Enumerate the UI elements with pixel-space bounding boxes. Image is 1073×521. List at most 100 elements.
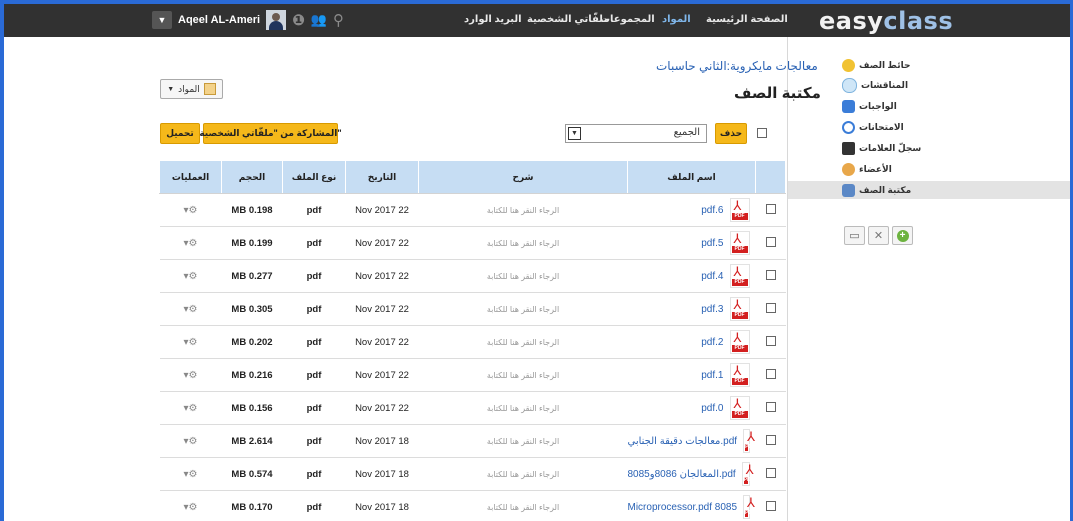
file-name-link[interactable]: pdf.0 xyxy=(701,403,723,414)
table-row[interactable]: ▾⚙ MB 0.170 pdf Nov 2017 18 الرجاء النقر هنا… xyxy=(159,490,786,521)
table-row[interactable]: ▾⚙ MB 0.305 pdf Nov 2017 22 الرجاء النقر هنا… xyxy=(159,292,786,326)
file-description[interactable]: الرجاء النقر هنا للكتابة xyxy=(418,193,628,227)
row-ops[interactable]: ▾⚙ xyxy=(159,259,222,293)
file-name-cell[interactable]: pdf.4 ⅄ PDF xyxy=(627,259,756,293)
user-name[interactable]: Aqeel AL-Ameri xyxy=(178,14,260,26)
nav-home[interactable]: الصفحة الرئيسية xyxy=(706,14,788,25)
gear-icon[interactable]: ▾⚙ xyxy=(184,469,198,480)
row-ops[interactable]: ▾⚙ xyxy=(159,325,222,359)
alert-icon[interactable]: ❶ xyxy=(292,11,305,29)
gear-icon[interactable]: ▾⚙ xyxy=(184,502,198,513)
sidebar-item-gradebook[interactable]: سجلّ العلامات xyxy=(842,140,921,156)
row-checkbox[interactable] xyxy=(765,335,776,346)
gear-icon[interactable]: ▾⚙ xyxy=(184,337,198,348)
row-ops[interactable]: ▾⚙ xyxy=(159,358,222,392)
sidebar-item-exams[interactable]: الامتحانات xyxy=(842,119,904,135)
search-icon[interactable]: ⚲ xyxy=(333,11,344,29)
share-from-my-files-button[interactable]: المشاركة من "ملفّاتي الشخصية" xyxy=(199,123,342,144)
file-name-link[interactable]: pdf.1 xyxy=(701,370,723,381)
nav-my-files[interactable]: ملفّاتي الشخصية xyxy=(527,14,609,25)
row-ops[interactable]: ▾⚙ xyxy=(159,490,222,521)
row-checkbox[interactable] xyxy=(765,434,776,445)
file-description[interactable]: الرجاء النقر هنا للكتابة xyxy=(418,358,628,392)
sidebar-item-discussions[interactable]: المناقشات xyxy=(842,77,908,93)
brand-logo[interactable]: easyclass xyxy=(819,7,953,35)
folder-title[interactable]: معالجات مايكروية:الثاني حاسبات xyxy=(656,59,818,73)
row-ops[interactable]: ▾⚙ xyxy=(159,193,222,227)
file-name-cell[interactable]: معالجات دقيقة الجنابي.pdf ⅄ PDF xyxy=(627,424,756,458)
sidebar-item-library[interactable]: مكتبة الصف xyxy=(788,181,1070,199)
upload-button[interactable]: تحميل xyxy=(160,123,200,144)
file-description[interactable]: الرجاء النقر هنا للكتابة xyxy=(418,325,628,359)
folder-icon[interactable]: ▭ xyxy=(844,226,865,245)
file-description[interactable]: الرجاء النقر هنا للكتابة xyxy=(418,424,628,458)
file-description[interactable]: الرجاء النقر هنا للكتابة xyxy=(418,259,628,293)
add-icon[interactable]: + xyxy=(892,226,913,245)
file-name-link[interactable]: pdf.5 xyxy=(701,238,723,249)
table-row[interactable]: ▾⚙ MB 0.198 pdf Nov 2017 22 الرجاء النقر هنا… xyxy=(159,193,786,227)
user-menu[interactable]: ▼ Aqeel AL-Ameri ❶ 👥 ⚲ xyxy=(152,9,344,31)
row-checkbox[interactable] xyxy=(765,269,776,280)
table-row[interactable]: ▾⚙ MB 0.216 pdf Nov 2017 22 الرجاء النقر هنا… xyxy=(159,358,786,392)
file-description[interactable]: الرجاء النقر هنا للكتابة xyxy=(418,391,628,425)
table-row[interactable]: ▾⚙ MB 0.202 pdf Nov 2017 22 الرجاء النقر هنا… xyxy=(159,325,786,359)
file-name-cell[interactable]: pdf.0 ⅄ PDF xyxy=(627,391,756,425)
row-ops[interactable]: ▾⚙ xyxy=(159,391,222,425)
row-ops[interactable]: ▾⚙ xyxy=(159,226,222,260)
col-header-type[interactable]: نوع الملف xyxy=(282,160,346,194)
file-name-cell[interactable]: Microprocessor.pdf 8085 ⅄ PDF xyxy=(627,490,756,521)
select-all-checkbox[interactable] xyxy=(757,128,767,138)
row-checkbox[interactable] xyxy=(765,236,776,247)
file-name-cell[interactable]: pdf.6 ⅄ PDF xyxy=(627,193,756,227)
file-name-cell[interactable]: pdf.2 ⅄ PDF xyxy=(627,325,756,359)
file-name-link[interactable]: معالجات دقيقة الجنابي.pdf xyxy=(628,436,738,447)
avatar[interactable] xyxy=(266,10,287,30)
table-row[interactable]: ▾⚙ MB 0.156 pdf Nov 2017 22 الرجاء النقر هنا… xyxy=(159,391,786,425)
file-description[interactable]: الرجاء النقر هنا للكتابة xyxy=(418,292,628,326)
table-row[interactable]: ▾⚙ MB 0.199 pdf Nov 2017 22 الرجاء النقر هنا… xyxy=(159,226,786,260)
people-icon[interactable]: 👥 xyxy=(311,12,327,28)
file-description[interactable]: الرجاء النقر هنا للكتابة xyxy=(418,226,628,260)
row-ops[interactable]: ▾⚙ xyxy=(159,292,222,326)
gear-icon[interactable]: ▾⚙ xyxy=(184,205,198,216)
gear-icon[interactable]: ▾⚙ xyxy=(184,271,198,282)
filter-select[interactable]: ▼ الجميع xyxy=(565,124,707,143)
gear-icon[interactable]: ▾⚙ xyxy=(184,304,198,315)
row-ops[interactable]: ▾⚙ xyxy=(159,424,222,458)
sidebar-item-wall[interactable]: حائط الصف xyxy=(842,57,910,73)
col-header-name[interactable]: اسم الملف xyxy=(627,160,756,194)
row-checkbox[interactable] xyxy=(765,203,776,214)
file-name-cell[interactable]: pdf.1 ⅄ PDF xyxy=(627,358,756,392)
row-checkbox[interactable] xyxy=(765,368,776,379)
gear-icon[interactable]: ▾⚙ xyxy=(184,403,198,414)
file-name-link[interactable]: Microprocessor.pdf 8085 xyxy=(628,502,738,513)
file-name-cell[interactable]: pdf.3 ⅄ PDF xyxy=(627,292,756,326)
table-row[interactable]: ▾⚙ MB 2.614 pdf Nov 2017 18 الرجاء النقر هنا… xyxy=(159,424,786,458)
table-row[interactable]: ▾⚙ MB 0.277 pdf Nov 2017 22 الرجاء النقر هنا… xyxy=(159,259,786,293)
file-name-link[interactable]: pdf.4 xyxy=(701,271,723,282)
nav-courses[interactable]: المواد xyxy=(662,14,691,25)
col-header-size[interactable]: الحجم xyxy=(221,160,283,194)
row-ops[interactable]: ▾⚙ xyxy=(159,457,222,491)
gear-icon[interactable]: ▾⚙ xyxy=(184,238,198,249)
file-description[interactable]: الرجاء النقر هنا للكتابة xyxy=(418,457,628,491)
row-checkbox[interactable] xyxy=(765,401,776,412)
sidebar-item-assignments[interactable]: الواجبات xyxy=(842,98,897,114)
sidebar-item-members[interactable]: الأعضاء xyxy=(842,161,892,177)
file-name-link[interactable]: pdf.3 xyxy=(701,304,723,315)
chevron-down-icon[interactable]: ▼ xyxy=(152,11,172,29)
file-name-cell[interactable]: pdf.5 ⅄ PDF xyxy=(627,226,756,260)
col-header-date[interactable]: التاريخ xyxy=(345,160,419,194)
gear-icon[interactable]: ▾⚙ xyxy=(184,436,198,447)
gear-icon[interactable]: ▾⚙ xyxy=(184,370,198,381)
nav-inbox[interactable]: البريد الوارد xyxy=(464,14,522,25)
delete-button[interactable]: حذف xyxy=(715,123,747,144)
file-name-link[interactable]: pdf.2 xyxy=(701,337,723,348)
courses-dropdown-button[interactable]: ▼ المواد xyxy=(160,79,223,99)
file-name-link[interactable]: المعالجان 8086و8085.pdf xyxy=(628,469,736,480)
file-description[interactable]: الرجاء النقر هنا للكتابة xyxy=(418,490,628,521)
table-row[interactable]: ▾⚙ MB 0.574 pdf Nov 2017 18 الرجاء النقر هنا… xyxy=(159,457,786,491)
file-name-cell[interactable]: المعالجان 8086و8085.pdf ⅄ PDF xyxy=(627,457,756,491)
row-checkbox[interactable] xyxy=(765,302,776,313)
close-icon[interactable]: ✕ xyxy=(868,226,889,245)
